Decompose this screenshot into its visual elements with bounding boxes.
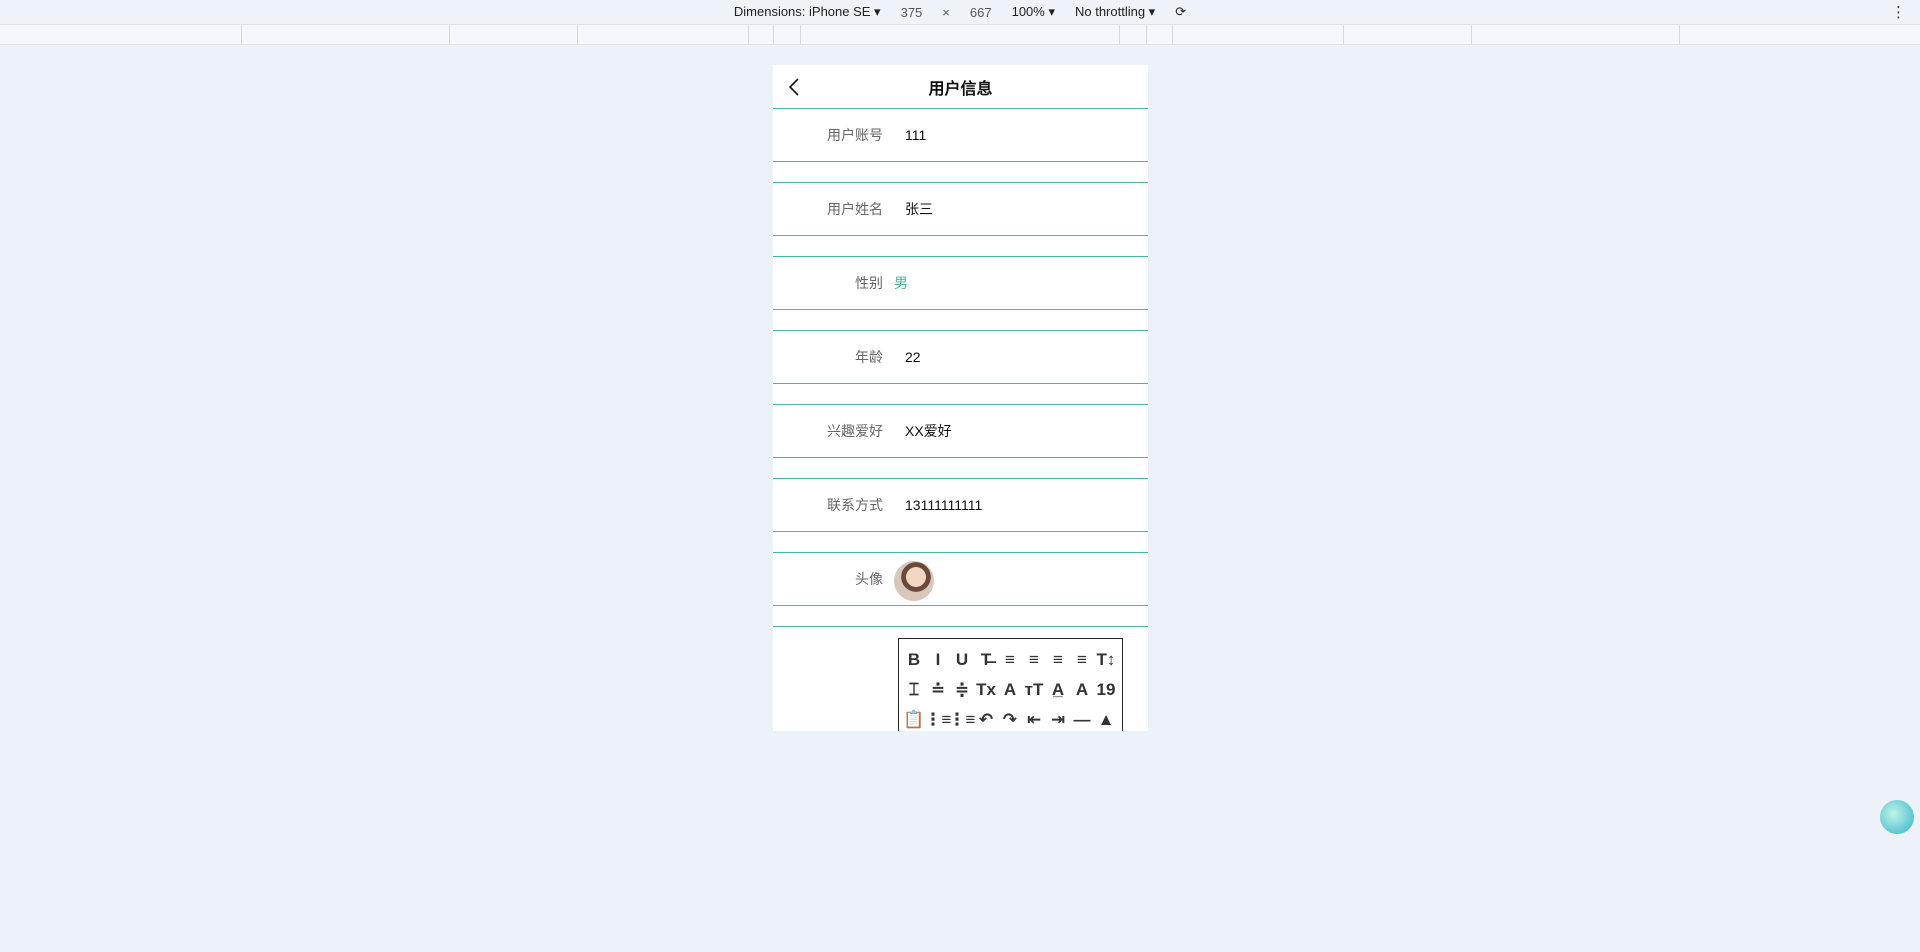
toolbar-button-icon[interactable]: ≡	[1005, 650, 1015, 670]
toolbar-button-icon[interactable]: ≡	[1077, 650, 1087, 670]
devtools-device-toolbar: Dimensions: iPhone SE ▾ 375 × 667 100% ▾…	[0, 0, 1920, 25]
toolbar-button-icon[interactable]: ⇤	[1027, 710, 1041, 730]
field-label: 年龄	[855, 349, 883, 365]
page-title: 用户信息	[928, 80, 993, 98]
field-label: 用户账号	[827, 127, 883, 143]
field-contact: 联系方式 13111111111	[773, 479, 1148, 532]
field-label: 性别	[855, 275, 883, 291]
phone-viewport: 用户信息 用户账号 111 用户姓名 张三 性别男 年龄 22 兴趣爱好 XX爱好 联系…	[773, 65, 1148, 731]
toolbar-button-icon[interactable]: ⋮≡	[949, 710, 976, 730]
hobby-input[interactable]: XX爱好	[905, 421, 952, 441]
toolbar-button-icon[interactable]: ↷	[1003, 710, 1017, 730]
toolbar-button-icon[interactable]: A	[1004, 680, 1016, 700]
field-label: 联系方式	[827, 497, 883, 513]
avatar[interactable]	[894, 561, 934, 601]
toolbar-button-icon[interactable]: —	[1074, 710, 1091, 730]
nav-header: 用户信息	[773, 65, 1148, 109]
account-input[interactable]: 111	[905, 127, 926, 143]
name-input[interactable]: 张三	[905, 199, 933, 219]
contact-input[interactable]: 13111111111	[905, 497, 982, 513]
toolbar-button-icon[interactable]: A̲	[1052, 680, 1064, 700]
field-label: 头像	[855, 571, 883, 587]
height-input[interactable]: 667	[970, 5, 992, 20]
toolbar-button-icon[interactable]: T↕	[1097, 650, 1116, 670]
more-menu-icon[interactable]: ⋮	[1891, 3, 1906, 21]
device-select[interactable]: Dimensions: iPhone SE ▾	[734, 4, 881, 20]
back-arrow-icon[interactable]	[785, 77, 805, 97]
toolbar-button-icon[interactable]: ▲	[1098, 710, 1115, 730]
toolbar-button-icon[interactable]: ↶	[979, 710, 993, 730]
toolbar-button-icon[interactable]: ≡	[1029, 650, 1039, 670]
field-name: 用户姓名 张三	[773, 183, 1148, 236]
field-label: 兴趣爱好	[827, 423, 883, 439]
toolbar-button-icon[interactable]: 📋	[903, 710, 924, 730]
field-avatar: 头像	[773, 553, 1148, 606]
field-age: 年龄 22	[773, 331, 1148, 384]
zoom-select[interactable]: 100% ▾	[1012, 4, 1055, 20]
throttling-select[interactable]: No throttling ▾	[1075, 4, 1155, 20]
toolbar-button-icon[interactable]: ≐	[931, 680, 945, 700]
field-label: 用户姓名	[827, 201, 883, 217]
toolbar-button-icon[interactable]: I	[936, 650, 941, 670]
rotate-icon[interactable]: ⟳	[1175, 4, 1186, 20]
toolbar-button-icon[interactable]: B	[908, 650, 920, 670]
rich-text-toolbar: B I U T̶ ≡ ≡ ≡ ≡ T↕ ⌶ ≐ ≑ Tx AтT A̲ A 19 📋 ⋮≡ ⋮≡ ↶ ↷ ⇤ ⇥ — ▲	[898, 638, 1123, 731]
toolbar-button-icon[interactable]: T̶	[981, 650, 991, 670]
toolbar-button-icon[interactable]: Tx	[976, 680, 996, 700]
field-gender: 性别男	[773, 257, 1148, 310]
floating-assistant-icon[interactable]	[1880, 800, 1914, 834]
toolbar-button-icon[interactable]: U	[956, 650, 968, 670]
age-input[interactable]: 22	[905, 349, 921, 365]
toolbar-button-icon[interactable]: ⌶	[909, 680, 919, 700]
toolbar-button-icon[interactable]: A	[1076, 680, 1088, 700]
field-account: 用户账号 111	[773, 109, 1148, 162]
media-query-bar[interactable]	[0, 25, 1920, 45]
toolbar-button-icon[interactable]: 19	[1097, 680, 1116, 700]
times-label: ×	[942, 4, 950, 20]
width-input[interactable]: 375	[901, 5, 923, 20]
gender-select[interactable]: 男	[894, 273, 908, 293]
toolbar-button-icon[interactable]: ⋮≡	[925, 710, 952, 730]
toolbar-button-icon[interactable]: тT	[1025, 680, 1044, 700]
toolbar-button-icon[interactable]: ≑	[955, 680, 969, 700]
toolbar-button-icon[interactable]: ≡	[1053, 650, 1063, 670]
toolbar-button-icon[interactable]: ⇥	[1051, 710, 1065, 730]
field-hobby: 兴趣爱好 XX爱好	[773, 405, 1148, 458]
